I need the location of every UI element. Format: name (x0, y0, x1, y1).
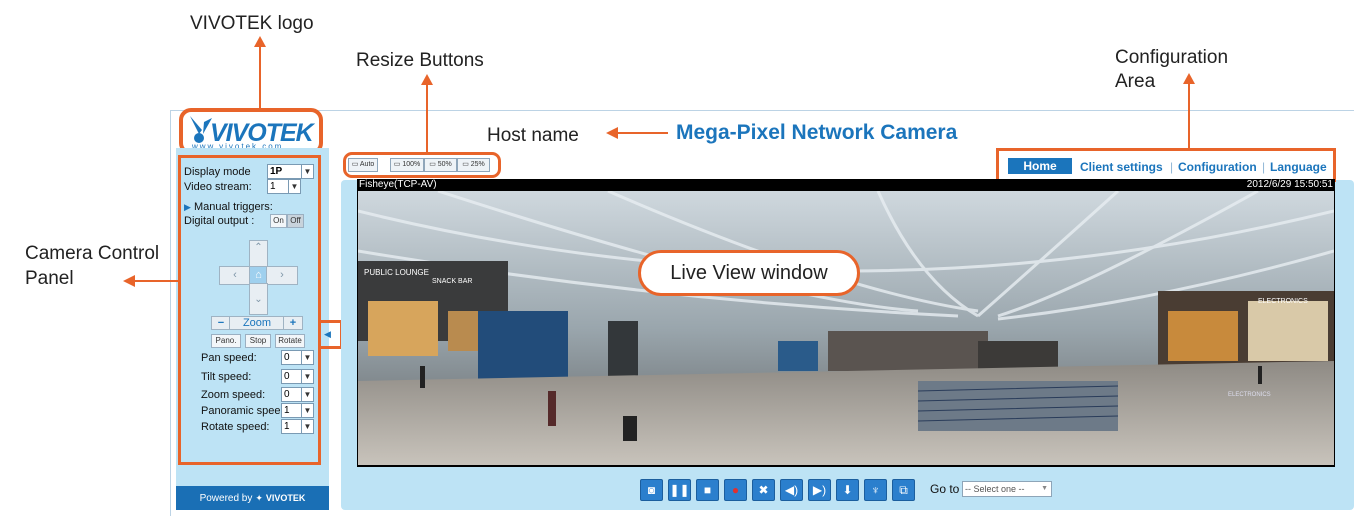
collapse-sidebar-button[interactable]: ◀ (321, 320, 343, 349)
live-view-window[interactable]: Fisheye(TCP-AV) 2012/6/29 15:50:51 PUBLI… (357, 179, 1335, 467)
goto-select[interactable]: -- Select one -- ▼ (962, 481, 1052, 497)
mute-icon: ✖ (758, 483, 769, 497)
stop-stream-button[interactable]: ■ (696, 479, 719, 501)
lounge-sign: PUBLIC LOUNGE (364, 268, 429, 277)
speaker-icon: ◀) (784, 483, 799, 497)
microphone-button[interactable]: ♆ (864, 479, 887, 501)
record-icon: ● (731, 483, 740, 497)
snack-bar-sign: SNACK BAR (432, 278, 472, 285)
annotation-vivotek-logo: VIVOTEK logo (190, 13, 314, 34)
vivotek-small-logo-icon: ✦ (255, 492, 263, 503)
snapshot-button[interactable]: ◙ (640, 479, 663, 501)
download-button[interactable]: ⬇ (836, 479, 859, 501)
chevron-down-icon: ▼ (1041, 485, 1048, 492)
annotation-camera-control-line1: Camera Control (25, 243, 160, 264)
arrow-line (616, 132, 668, 134)
pause-icon: ❚❚ (669, 483, 690, 497)
video-timestamp: 2012/6/29 15:50:51 (1246, 179, 1333, 190)
speaker-button[interactable]: ◀) (780, 479, 803, 501)
collapse-left-icon: ◀ (324, 329, 331, 339)
volume-mute-button[interactable]: ✖ (752, 479, 775, 501)
annotation-configuration-area-line1: Configuration (1115, 47, 1229, 68)
powered-by-text: Powered by (199, 492, 253, 504)
stop-icon: ■ (703, 483, 712, 497)
talk-icon: ▶) (812, 483, 827, 497)
live-view-window-callout: Live View window (638, 250, 860, 296)
talk-button[interactable]: ▶) (808, 479, 831, 501)
configuration-area-highlight-box (996, 148, 1336, 182)
download-icon: ⬇ (842, 483, 853, 497)
control-panel-highlight-box (178, 155, 321, 465)
arrow-line (259, 46, 261, 108)
microphone-icon: ♆ (871, 483, 880, 497)
airport-scene-image: PUBLIC LOUNGE SNACK BAR ELECTRONICS ELEC… (358, 191, 1334, 465)
live-view-window-label: Live View window (670, 262, 828, 284)
host-name: Mega-Pixel Network Camera (676, 121, 958, 144)
annotation-resize-buttons: Resize Buttons (356, 50, 484, 71)
snapshot-icon: ◙ (647, 483, 656, 497)
goto-select-value: -- Select one -- (965, 484, 1025, 494)
annotation-configuration-area-line2: Area (1115, 71, 1156, 92)
annotation-host-name: Host name (487, 125, 579, 146)
pause-button[interactable]: ❚❚ (668, 479, 691, 501)
stream-label: Fisheye(TCP-AV) (359, 179, 437, 190)
electronics-sign: ELECTRONICS (1258, 298, 1308, 305)
record-button[interactable]: ● (724, 479, 747, 501)
electronics-small-sign: ELECTRONICS (1228, 392, 1271, 398)
resize-buttons-highlight-box (343, 152, 501, 178)
arrow-line (1188, 83, 1190, 148)
fullscreen-icon: ⧉ (899, 483, 908, 497)
goto-label: Go to (930, 482, 960, 496)
arrow-line (426, 84, 428, 152)
footer-brand: VIVOTEK (265, 493, 306, 503)
arrow-line (133, 280, 179, 282)
annotation-camera-control-line2: Panel (25, 268, 74, 289)
fullscreen-button[interactable]: ⧉ (892, 479, 915, 501)
powered-by-footer: Powered by ✦ VIVOTEK (176, 486, 329, 510)
